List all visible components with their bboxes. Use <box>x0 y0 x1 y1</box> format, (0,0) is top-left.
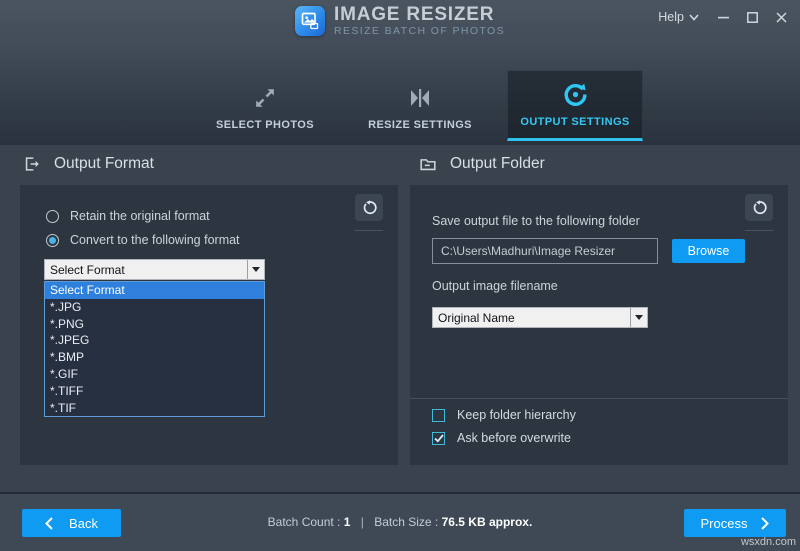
process-label: Process <box>701 516 748 531</box>
caret-down-icon <box>635 315 643 320</box>
format-option[interactable]: Select Format <box>45 282 264 299</box>
reset-icon <box>362 200 377 215</box>
format-option[interactable]: *.JPEG <box>45 332 264 349</box>
app-title: IMAGE RESIZER <box>334 4 505 25</box>
process-button[interactable]: Process <box>684 509 786 537</box>
format-option[interactable]: *.TIF <box>45 400 264 417</box>
batch-size-value: 76.5 KB approx. <box>442 515 533 529</box>
divider <box>745 230 773 231</box>
export-format-icon <box>22 154 42 174</box>
checkbox-icon <box>432 409 445 422</box>
footer-bar: Back Batch Count : 1 | Batch Size : 76.5… <box>0 492 800 551</box>
dropdown-arrow-button[interactable] <box>630 308 647 327</box>
batch-size-label: Batch Size : <box>374 515 438 529</box>
close-icon <box>776 12 787 23</box>
tab-resize-settings[interactable]: RESIZE SETTINGS <box>352 70 488 141</box>
format-option[interactable]: *.JPG <box>45 299 264 316</box>
separator: | <box>361 515 364 529</box>
app-subtitle: RESIZE BATCH OF PHOTOS <box>334 25 505 38</box>
output-format-panel: Retain the original format Convert to th… <box>20 185 398 465</box>
batch-count-value: 1 <box>344 515 351 529</box>
filename-dropdown-value: Original Name <box>433 308 630 327</box>
format-option-list: Select Format *.JPG *.PNG *.JPEG *.BMP *… <box>44 281 265 417</box>
close-button[interactable] <box>770 8 792 26</box>
filename-label: Output image filename <box>432 279 558 293</box>
caret-down-icon <box>252 267 260 272</box>
filename-dropdown[interactable]: Original Name <box>432 307 648 328</box>
batch-info: Batch Count : 1 | Batch Size : 76.5 KB a… <box>0 515 800 529</box>
app-header: IMAGE RESIZER RESIZE BATCH OF PHOTOS Hel… <box>0 0 800 145</box>
output-format-title: Output Format <box>54 155 154 173</box>
check-icon <box>434 434 444 443</box>
radio-convert-format[interactable]: Convert to the following format <box>46 233 240 247</box>
batch-count-label: Batch Count : <box>268 515 341 529</box>
tab-output-settings[interactable]: OUTPUT SETTINGS <box>507 70 643 141</box>
reset-format-button[interactable] <box>355 194 383 221</box>
format-option[interactable]: *.TIFF <box>45 383 264 400</box>
format-option[interactable]: *.BMP <box>45 349 264 366</box>
tab-label: SELECT PHOTOS <box>216 119 314 131</box>
keep-hierarchy-checkbox[interactable]: Keep folder hierarchy <box>432 408 576 422</box>
watermark: wsxdn.com <box>741 536 796 548</box>
minimize-icon <box>718 16 729 19</box>
save-folder-label: Save output file to the following folder <box>432 214 640 228</box>
divider <box>410 398 788 399</box>
help-menu[interactable]: Help <box>658 10 699 24</box>
folder-path-input[interactable] <box>432 238 658 264</box>
divider <box>355 230 383 231</box>
radio-icon <box>46 210 59 223</box>
checkbox-label: Ask before overwrite <box>457 431 571 445</box>
titlebar: IMAGE RESIZER RESIZE BATCH OF PHOTOS Hel… <box>0 0 800 44</box>
format-option[interactable]: *.PNG <box>45 316 264 333</box>
output-folder-icon <box>418 154 438 174</box>
checkbox-checked-icon <box>432 432 445 445</box>
checkbox-label: Keep folder hierarchy <box>457 408 576 422</box>
tab-select-photos[interactable]: SELECT PHOTOS <box>197 70 333 141</box>
radio-label: Retain the original format <box>70 209 210 223</box>
radio-label: Convert to the following format <box>70 233 240 247</box>
main-tabs: SELECT PHOTOS RESIZE SETTINGS OUTPUT SET… <box>197 70 643 141</box>
format-dropdown-value: Select Format <box>45 260 247 279</box>
expand-arrows-icon <box>252 85 278 111</box>
radio-selected-icon <box>46 234 59 247</box>
reset-icon <box>752 200 767 215</box>
reset-folder-button[interactable] <box>745 194 773 221</box>
ask-overwrite-checkbox[interactable]: Ask before overwrite <box>432 431 571 445</box>
tab-label: RESIZE SETTINGS <box>368 119 472 131</box>
format-dropdown[interactable]: Select Format <box>44 259 265 280</box>
format-option[interactable]: *.GIF <box>45 366 264 383</box>
app-logo-icon <box>295 6 325 36</box>
maximize-icon <box>747 12 758 23</box>
minimize-button[interactable] <box>712 8 734 26</box>
dropdown-arrow-button[interactable] <box>247 260 264 279</box>
refresh-icon <box>562 81 589 108</box>
browse-button[interactable]: Browse <box>672 239 745 263</box>
maximize-button[interactable] <box>741 8 763 26</box>
radio-retain-format[interactable]: Retain the original format <box>46 209 210 223</box>
chevron-down-icon <box>689 14 699 21</box>
help-label: Help <box>658 10 684 24</box>
output-folder-panel: Save output file to the following folder… <box>410 185 788 465</box>
output-folder-title: Output Folder <box>450 155 545 173</box>
resize-horizontal-icon <box>407 85 433 111</box>
tab-label: OUTPUT SETTINGS <box>520 116 629 128</box>
chevron-right-icon <box>761 517 769 530</box>
